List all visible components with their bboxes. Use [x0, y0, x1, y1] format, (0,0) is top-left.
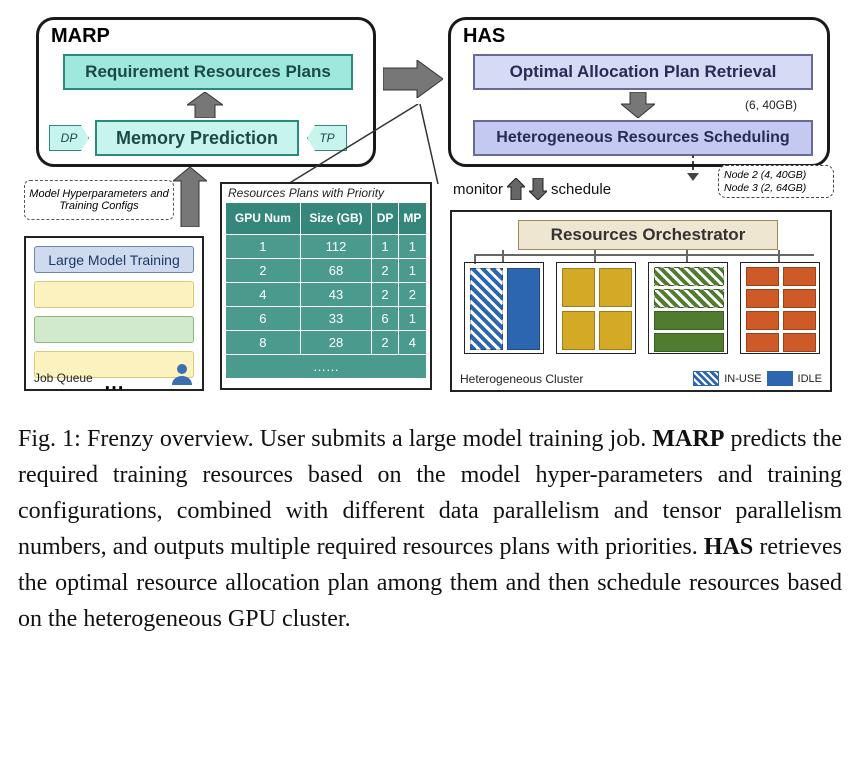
rack-drop: [686, 250, 688, 262]
has-optimal-block: Optimal Allocation Plan Retrieval: [473, 54, 813, 90]
tp-tag: TP: [307, 125, 347, 151]
arrow-down-icon: [621, 92, 655, 118]
job-item-blue: Large Model Training: [34, 246, 194, 273]
resource-plans-table: GPU Num Size (GB) DP MP 1 112 1 1 2 68 2…: [225, 202, 427, 379]
node-callout: Node 2 (4, 40GB) Node 3 (2, 64GB): [718, 165, 834, 198]
has-box: HAS Optimal Allocation Plan Retrieval (6…: [448, 17, 830, 167]
ellipsis: ⋯: [26, 386, 202, 390]
legend-inuse-label: IN-USE: [724, 373, 761, 385]
orchestrator-block: Resources Orchestrator: [518, 220, 778, 250]
col-mp: MP: [398, 203, 426, 235]
swatch-idle-icon: [767, 371, 793, 386]
job-item-green: [34, 316, 194, 343]
table-row: 1 112 1 1: [226, 235, 427, 259]
gpu-card: [746, 333, 779, 352]
caption-has: HAS: [704, 534, 753, 560]
caption-prefix: Fig. 1: Frenzy overview. User submits a …: [18, 426, 652, 452]
cluster-box: Resources Orchestrator: [450, 210, 832, 392]
marp-memory-block: Memory Prediction: [95, 120, 299, 156]
gpu-card-inuse: [654, 289, 724, 308]
gpu-card-idle: [507, 268, 540, 350]
rack-drop: [594, 250, 596, 262]
cluster-legend: IN-USE IDLE: [693, 371, 822, 386]
cluster-node-2: [556, 262, 636, 354]
monitor-label: monitor: [453, 181, 503, 198]
cluster-label: Heterogeneous Cluster: [460, 372, 583, 386]
marp-box: MARP Requirement Resources Plans DP Memo…: [36, 17, 376, 167]
dp-tag: DP: [49, 125, 89, 151]
arrow-down-icon: [529, 178, 547, 200]
job-item-yellow: [34, 281, 194, 308]
gpu-card: [783, 267, 816, 286]
figure-caption: Fig. 1: Frenzy overview. User submits a …: [18, 421, 842, 637]
col-dp: DP: [372, 203, 399, 235]
gpu-card: [599, 268, 632, 307]
cluster-node-1: [464, 262, 544, 354]
node-callout-line1: Node 2 (4, 40GB): [724, 169, 828, 182]
job-queue-box: Large Model Training ⋯ Job Queue: [24, 236, 204, 391]
gpu-card-inuse: [654, 267, 724, 286]
table-header-row: GPU Num Size (GB) DP MP: [226, 203, 427, 235]
gpu-card: [746, 311, 779, 330]
schedule-label: schedule: [551, 181, 611, 198]
gpu-card: [783, 333, 816, 352]
user-icon: [170, 361, 194, 385]
rack-drop: [778, 250, 780, 262]
gpu-card: [562, 268, 595, 307]
table-ellipsis: ……: [226, 355, 427, 379]
has-tuple-label: (6, 40GB): [745, 98, 797, 112]
cluster-node-4: [740, 262, 820, 354]
job-queue-label: Job Queue: [34, 371, 93, 385]
arrow-right-icon: [383, 60, 443, 98]
arrow-up-icon: [507, 178, 525, 200]
node-callout-line2: Node 3 (2, 64GB): [724, 182, 828, 195]
has-schedule-block: Heterogeneous Resources Scheduling: [473, 120, 813, 156]
marp-title: MARP: [51, 25, 110, 48]
col-gpu: GPU Num: [226, 203, 301, 235]
gpu-card: [783, 311, 816, 330]
caption-marp: MARP: [652, 426, 724, 452]
rack-drop: [502, 250, 504, 262]
marp-requirement-block: Requirement Resources Plans: [63, 54, 353, 90]
gpu-card: [599, 311, 632, 350]
monitor-schedule-labels: monitor schedule: [453, 178, 611, 200]
arrow-up-icon: [187, 92, 223, 118]
resource-plans-table-box: Resources Plans with Priority GPU Num Si…: [220, 182, 432, 390]
gpu-card: [654, 333, 724, 352]
arrow-up-icon: [173, 167, 207, 227]
swatch-inuse-icon: [693, 371, 719, 386]
rack-connector: [474, 254, 814, 256]
arrow-dashed-down-icon: [685, 155, 701, 181]
gpu-card: [654, 311, 724, 330]
has-title: HAS: [463, 25, 505, 48]
col-size: Size (GB): [300, 203, 371, 235]
gpu-card: [746, 289, 779, 308]
gpu-card: [783, 289, 816, 308]
legend-idle-label: IDLE: [798, 373, 822, 385]
table-row: 8 28 2 4: [226, 331, 427, 355]
cluster-node-3: [648, 262, 728, 354]
gpu-card: [562, 311, 595, 350]
annotation-hyperparams: Model Hyperparameters and Training Confi…: [24, 180, 174, 220]
table-row: 2 68 2 1: [226, 259, 427, 283]
resource-plans-title: Resources Plans with Priority: [222, 184, 430, 200]
gpu-card-inuse: [470, 268, 503, 350]
table-row: 4 43 2 2: [226, 283, 427, 307]
gpu-card: [746, 267, 779, 286]
table-row: 6 33 6 1: [226, 307, 427, 331]
architecture-diagram: MARP Requirement Resources Plans DP Memo…: [18, 12, 842, 407]
